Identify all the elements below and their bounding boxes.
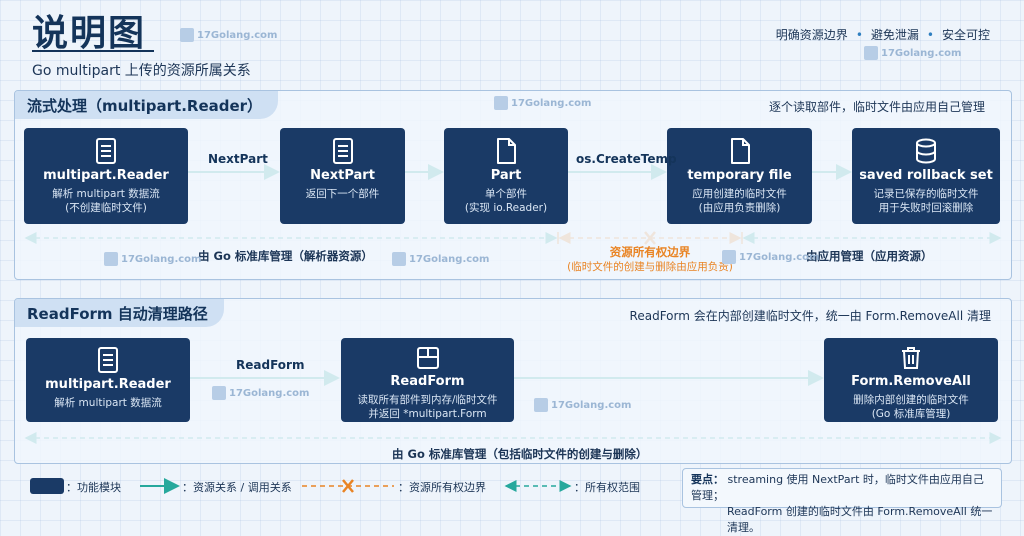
boundary-title: 资源所有权边界 — [609, 245, 691, 259]
watermark: 17Golang.com — [494, 96, 591, 110]
key-points-box: 要点： streaming 使用 NextPart 时，临时文件由应用自己管理；… — [682, 468, 1002, 534]
section-streaming-title: 流式处理（multipart.Reader） — [15, 91, 279, 119]
watermark-logo-icon — [864, 46, 878, 60]
watermark: 17Golang.com — [392, 252, 489, 266]
node-desc: 单个部件 — [485, 188, 527, 200]
node-nextpart: NextPart 返回下一个部件 — [280, 128, 405, 224]
watermark: 17Golang.com — [180, 28, 277, 42]
legend-scope: ：所有权范围 — [574, 481, 640, 494]
node-name: multipart.Reader — [45, 377, 171, 392]
node-desc: (不创建临时文件) — [65, 202, 147, 214]
watermark-logo-icon — [104, 252, 118, 266]
node-desc: 用于失败时回滚删除 — [878, 202, 974, 214]
node-desc: 删除内部创建的临时文件 — [853, 394, 969, 406]
tag-boundary: 明确资源边界 — [775, 28, 848, 42]
node-name: Part — [490, 168, 522, 183]
node-name: saved rollback set — [859, 168, 993, 183]
node-name: NextPart — [310, 168, 375, 183]
edge-label-readform: ReadForm — [236, 358, 305, 372]
node-name: temporary file — [687, 168, 792, 183]
document-icon — [96, 138, 116, 164]
key-points-line2: ReadForm 创建的临时文件由 Form.RemoveAll 统一清理。 — [727, 505, 993, 534]
legend-boundary: ：资源所有权边界 — [398, 481, 486, 494]
tagline: 明确资源边界 • 避免泄漏 • 安全可控 — [776, 26, 990, 43]
page-subtitle: Go multipart 上传的资源所属关系 — [32, 63, 251, 79]
node-desc: 应用创建的临时文件 — [692, 188, 787, 200]
node-desc: 读取所有部件到内存/临时文件 — [357, 394, 498, 406]
tag-leak: 避免泄漏 — [870, 28, 919, 42]
form-icon — [416, 347, 439, 369]
watermark-logo-icon — [212, 386, 226, 400]
title-underline — [32, 50, 154, 52]
tag-dot: • — [926, 28, 934, 42]
tag-safe: 安全可控 — [941, 28, 990, 42]
key-points-label: 要点： — [691, 473, 724, 486]
node-desc: (Go 标准库管理) — [871, 408, 951, 420]
node-part: Part 单个部件 (实现 io.Reader) — [444, 128, 568, 224]
database-icon — [916, 138, 936, 164]
section-readform-title: ReadForm 自动清理路径 — [15, 299, 224, 327]
node-form-removeall: Form.RemoveAll 删除内部创建的临时文件 (Go 标准库管理) — [824, 338, 998, 422]
node-name: ReadForm — [390, 374, 465, 389]
node-name: Form.RemoveAll — [851, 374, 971, 389]
trash-icon — [902, 347, 920, 369]
file-icon — [730, 138, 750, 164]
watermark-logo-icon — [180, 28, 194, 42]
watermark-logo-icon — [392, 252, 406, 266]
node-desc: 返回下一个部件 — [305, 188, 380, 200]
node-desc: (由应用负责删除) — [698, 202, 781, 214]
scope-label-app: 由应用管理（应用资源） — [806, 249, 933, 263]
watermark: 17Golang.com — [534, 398, 631, 412]
node-desc: 解析 multipart 数据流 — [54, 397, 162, 409]
node-temporary-file: temporary file 应用创建的临时文件 (由应用负责删除) — [667, 128, 812, 224]
edge-label-createtemp: os.CreateTemp — [576, 152, 677, 166]
key-points-text: streaming 使用 NextPart 时，临时文件由应用自己管理； — [691, 473, 984, 502]
watermark: 17Golang.com — [864, 46, 961, 60]
node-readform: ReadForm 读取所有部件到内存/临时文件 并返回 *multipart.F… — [341, 338, 514, 422]
node-desc: 并返回 *multipart.Form — [368, 408, 487, 420]
legend-module-swatch — [30, 478, 64, 494]
file-icon — [497, 138, 516, 164]
document-icon — [332, 138, 353, 164]
watermark-logo-icon — [722, 250, 736, 264]
node-desc: 记录已保存的临时文件 — [873, 188, 979, 200]
page-title: 说明图 — [32, 13, 147, 54]
key-points-line1: 要点： streaming 使用 NextPart 时，临时文件由应用自己管理； — [691, 472, 993, 504]
section-streaming-note: 逐个读取部件，临时文件由应用自己管理 — [768, 100, 985, 114]
legend-module: ：功能模块 — [66, 481, 121, 494]
tag-dot: • — [855, 28, 863, 42]
node-name: multipart.Reader — [43, 168, 169, 183]
scope-label-readform: 由 Go 标准库管理（包括临时文件的创建与删除） — [392, 447, 648, 461]
section-readform-note: ReadForm 会在内部创建临时文件，统一由 Form.RemoveAll 清… — [629, 309, 991, 323]
watermark: 17Golang.com — [722, 250, 819, 264]
node-multipart-reader: multipart.Reader 解析 multipart 数据流 (不创建临时… — [24, 128, 188, 224]
edge-label-nextpart: NextPart — [208, 152, 268, 166]
document-icon — [98, 347, 118, 373]
node-desc: (实现 io.Reader) — [464, 202, 548, 214]
boundary-label: 资源所有权边界 (临时文件的创建与删除由应用负责) — [560, 245, 740, 275]
watermark: 17Golang.com — [104, 252, 201, 266]
watermark: 17Golang.com — [212, 386, 309, 400]
legend-relation: ：资源关系 / 调用关系 — [182, 481, 292, 494]
node-multipart-reader-2: multipart.Reader 解析 multipart 数据流 — [26, 338, 190, 422]
scope-label-stdlib: 由 Go 标准库管理（解析器资源） — [198, 249, 373, 263]
node-saved-rollback-set: saved rollback set 记录已保存的临时文件 用于失败时回滚删除 — [852, 128, 1000, 224]
boundary-desc: (临时文件的创建与删除由应用负责) — [567, 261, 733, 273]
node-desc: 解析 multipart 数据流 — [52, 188, 160, 200]
watermark-logo-icon — [494, 96, 508, 110]
watermark-logo-icon — [534, 398, 548, 412]
